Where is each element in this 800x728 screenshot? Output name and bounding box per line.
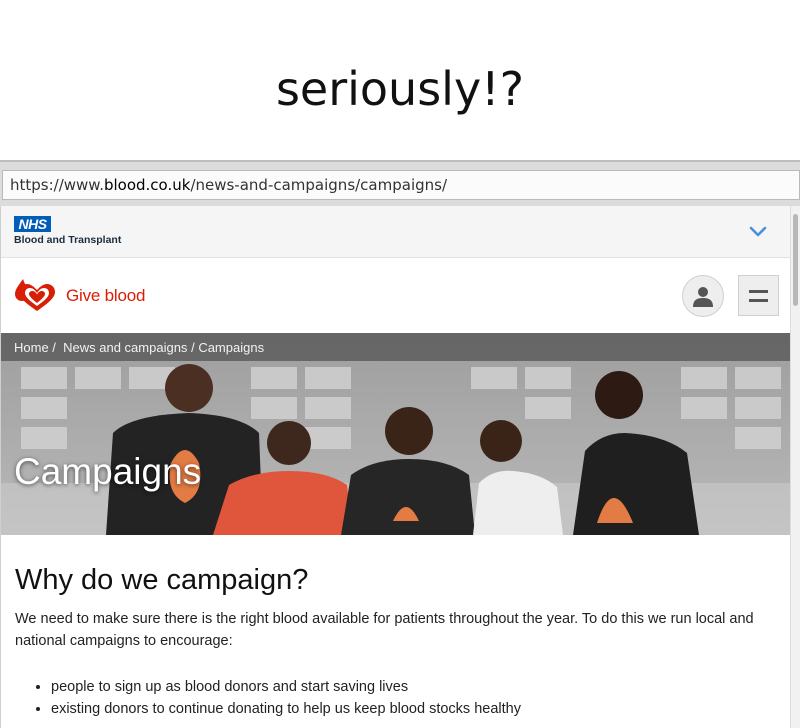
scrollbar-thumb[interactable] [793,214,798,306]
brand-name: Give blood [66,286,146,305]
list-item: existing donors to continue donating to … [51,698,777,720]
page-title: Campaigns [14,451,202,492]
breadcrumb-current: Campaigns [198,339,265,355]
breadcrumb: Home / News and campaigns / Campaigns [1,333,791,361]
meme-caption: seriously!? [0,0,800,160]
site-header: Give blood [1,258,791,333]
hamburger-menu-icon[interactable] [738,275,779,316]
list-item: people to sign up as blood donors and st… [51,676,777,698]
breadcrumb-separator: / [191,339,195,355]
browser-toolbar: https://www. blood.co.uk/news-and-campaig… [0,160,800,206]
blood-drop-hearts-icon [15,279,55,311]
page-viewport: NHS Blood and Transplant Give blood Home… [0,206,800,728]
user-icon [693,287,713,307]
address-bar[interactable]: https://www. blood.co.uk/news-and-campaig… [2,170,800,200]
nhs-org-name: Blood and Transplant [14,234,122,246]
hero-banner: Home / News and campaigns / Campaigns Ca… [1,333,791,535]
url-prefix: https://www. [10,176,104,194]
intro-paragraph: We need to make sure there is the right … [15,611,754,649]
breadcrumb-news-and-campaigns[interactable]: News and campaigns [63,340,187,355]
campaign-goals-list: people to sign up as blood donors and st… [15,676,777,720]
nhs-banner: NHS Blood and Transplant [1,206,791,258]
main-content: Why do we campaign? We need to make sure… [1,535,791,720]
menu-bar [749,298,768,302]
hero-photo [1,333,791,535]
nhs-logo[interactable]: NHS [14,216,51,232]
account-button[interactable] [682,275,724,317]
chevron-down-icon[interactable] [747,220,769,242]
section-heading: Why do we campaign? [15,564,309,596]
menu-bar [749,289,768,293]
breadcrumb-home[interactable]: Home / [14,340,56,355]
caption-text: seriously!? [275,62,525,116]
url-domain: blood.co.uk [103,176,191,194]
url-path: /news-and-campaigns/campaigns/ [190,176,448,194]
give-blood-logo[interactable]: Give blood [13,277,145,315]
